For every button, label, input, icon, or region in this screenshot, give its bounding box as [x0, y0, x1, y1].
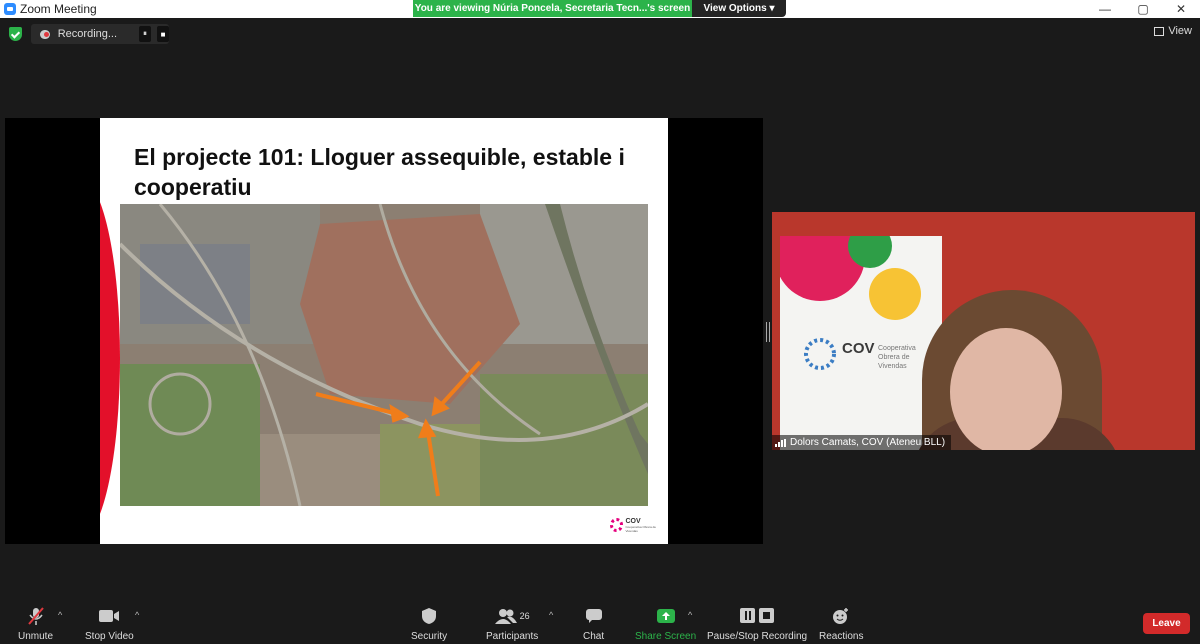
participants-label: Participants — [486, 631, 539, 642]
stop-video-button[interactable]: Stop Video — [85, 606, 134, 642]
participants-count: 26 — [519, 611, 530, 621]
view-label: View — [1168, 25, 1192, 37]
cloud-recording-icon — [40, 29, 50, 39]
chat-bubble-icon — [585, 606, 603, 626]
recording-status: Recording... — [57, 28, 118, 40]
video-camera-icon — [98, 606, 120, 626]
unmute-label: Unmute — [18, 631, 54, 642]
participant-name: Dolors Camats, COV (Ateneu BLL) — [790, 437, 946, 448]
video-options-caret-icon[interactable]: ^ — [135, 610, 139, 620]
pause-recording-button[interactable]: ⏸ — [139, 26, 152, 42]
aerial-map-graphic — [120, 204, 648, 506]
screen-share-banner: You are viewing Núria Poncela, Secretari… — [413, 0, 786, 17]
recording-indicator: Recording... ⏸ ■ — [31, 24, 170, 44]
participant-face — [950, 328, 1062, 450]
pause-stop-recording-label: Pause/Stop Recording — [707, 631, 808, 642]
slide-title: El projecte 101: Lloguer assequible, est… — [134, 144, 625, 200]
audio-options-caret-icon[interactable]: ^ — [58, 610, 62, 620]
cov-dots-icon — [610, 518, 624, 532]
participants-icon: 26 — [494, 606, 530, 626]
pause-stop-recording-button[interactable]: Pause/Stop Recording — [707, 606, 807, 642]
aerial-map-image — [120, 204, 648, 506]
reactions-button[interactable]: Reactions — [819, 606, 863, 642]
signal-strength-icon — [775, 438, 786, 447]
meeting-toolbar: Unmute ^ Stop Video ^ Security 26 Partic… — [0, 600, 1200, 644]
close-button[interactable]: ✕ — [1162, 0, 1200, 18]
grid-icon — [1154, 26, 1165, 36]
slide-red-decoration — [100, 178, 120, 538]
minimize-button[interactable]: — — [1086, 0, 1124, 18]
chat-button[interactable]: Chat — [583, 606, 604, 642]
cov-logo-text: COV — [625, 517, 641, 525]
share-screen-label: Share Screen — [635, 631, 697, 642]
presentation-slide: El projecte 101: Lloguer assequible, est… — [100, 118, 668, 544]
share-screen-icon — [656, 606, 676, 626]
panel-resize-handle[interactable] — [766, 322, 770, 342]
pause-stop-recording-icons — [739, 606, 775, 626]
share-options-caret-icon[interactable]: ^ — [688, 610, 692, 620]
participants-button[interactable]: 26 Participants — [486, 606, 538, 642]
share-banner-message: You are viewing Núria Poncela, Secretari… — [413, 0, 692, 17]
reactions-smiley-icon — [832, 606, 850, 626]
app-title: Zoom Meeting — [4, 2, 97, 16]
stop-recording-button[interactable]: ■ — [157, 26, 170, 42]
view-options-button[interactable]: View Options ▾ — [692, 0, 786, 17]
restore-button[interactable]: ▢ — [1124, 0, 1162, 18]
participant-video: COV Cooperativa Obrera de Vivendas Dolor… — [772, 212, 1195, 450]
cov-slide-logo: COV Cooperativa Obrera de Vivendas — [610, 512, 666, 538]
view-button[interactable]: View — [1154, 25, 1192, 37]
chat-label: Chat — [583, 631, 605, 642]
window-title: Zoom Meeting — [20, 2, 97, 16]
encryption-shield-icon[interactable] — [9, 27, 22, 41]
security-button[interactable]: Security — [411, 606, 447, 642]
participant-name-tag: Dolors Camats, COV (Ateneu BLL) — [772, 435, 952, 450]
muted-microphone-icon — [27, 606, 45, 626]
zoom-logo-icon — [4, 3, 16, 15]
security-label: Security — [411, 631, 448, 642]
reactions-label: Reactions — [819, 631, 864, 642]
stop-video-label: Stop Video — [85, 631, 134, 642]
unmute-button[interactable]: Unmute — [18, 606, 53, 642]
cov-logo-subtext: Cooperativa Obrera de Vivendas — [625, 524, 656, 533]
security-shield-icon — [421, 606, 437, 626]
share-screen-button[interactable]: Share Screen — [635, 606, 696, 642]
banner-logo-text: COV — [842, 340, 875, 357]
leave-button[interactable]: Leave — [1143, 613, 1190, 634]
participants-options-caret-icon[interactable]: ^ — [549, 610, 553, 620]
cov-roll-up-banner: COV Cooperativa Obrera de Vivendas — [775, 212, 942, 450]
